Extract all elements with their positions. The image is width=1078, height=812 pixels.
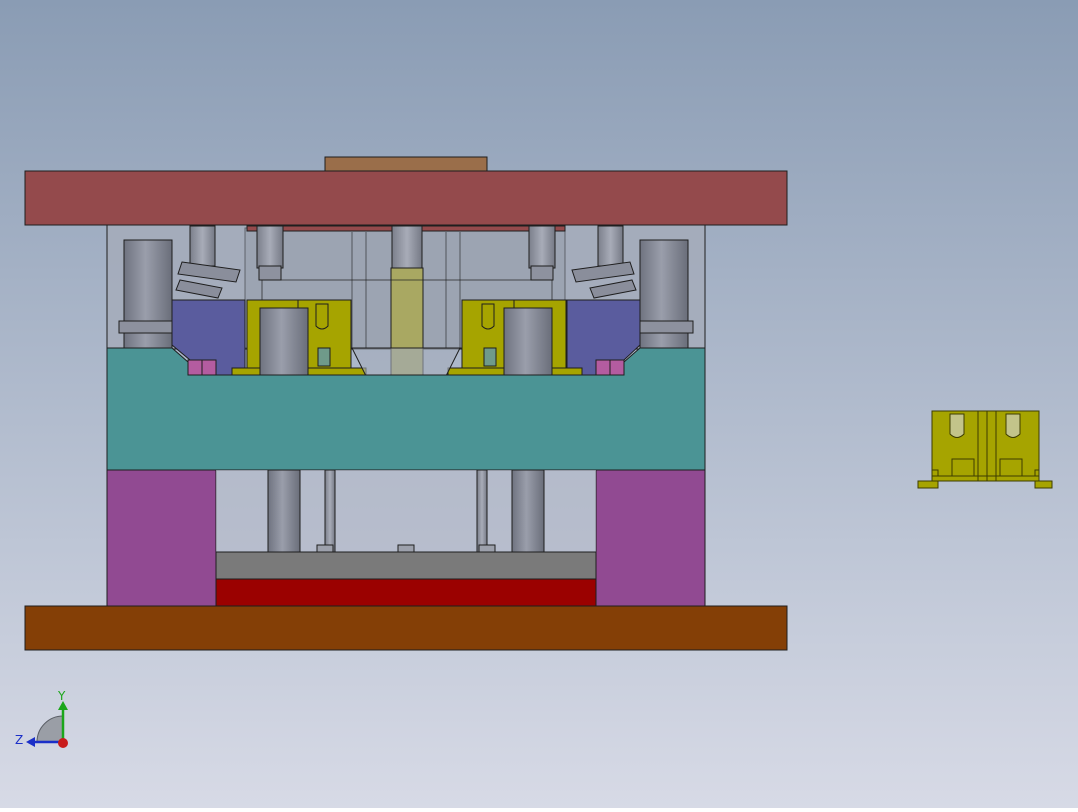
ejector-pin-right: [476, 469, 488, 553]
support-pin-right-head: [530, 265, 554, 281]
guide-pillar-right-collar: [634, 320, 694, 334]
spacer-block-right[interactable]: [595, 469, 706, 607]
ejector-retainer-plate[interactable]: [215, 551, 597, 580]
product-slot-left: [949, 413, 965, 438]
support-pin-left: [256, 225, 284, 269]
cad-graphics-viewport[interactable]: Y Z: [0, 0, 1078, 808]
angle-pin-right-outer: [597, 225, 624, 267]
triad-y-label: Y: [57, 689, 66, 703]
ejector-pin-left: [324, 469, 336, 553]
support-pin-right: [528, 225, 556, 269]
product-base-strip: [931, 475, 1040, 482]
stop-pin-1: [316, 544, 334, 553]
sprue-bushing[interactable]: [391, 225, 423, 269]
product-slot-right: [1005, 413, 1021, 438]
core-block-right: [503, 307, 553, 377]
bottom-clamp-plate[interactable]: [24, 605, 788, 651]
mold-assembly-drawing: Y Z: [0, 0, 1078, 808]
product-part[interactable]: [917, 410, 1053, 489]
core-block-left: [259, 307, 309, 377]
guide-pillar-left-collar: [118, 320, 178, 334]
spacer-block-left[interactable]: [106, 469, 217, 607]
triad-x-origin: [58, 738, 68, 748]
support-pin-left-head: [258, 265, 282, 281]
stop-pin-2: [397, 544, 415, 553]
angle-pin-left-outer: [189, 225, 216, 267]
support-pillar-left: [267, 469, 301, 553]
support-pillar-right: [511, 469, 545, 553]
triad-z-label: Z: [15, 733, 23, 747]
ejector-plate[interactable]: [215, 578, 597, 607]
gate-area: [351, 347, 461, 377]
locating-ring[interactable]: [324, 156, 488, 172]
top-clamp-plate[interactable]: [24, 170, 788, 226]
mold-assembly[interactable]: [24, 156, 788, 651]
stop-pin-3: [478, 544, 496, 553]
